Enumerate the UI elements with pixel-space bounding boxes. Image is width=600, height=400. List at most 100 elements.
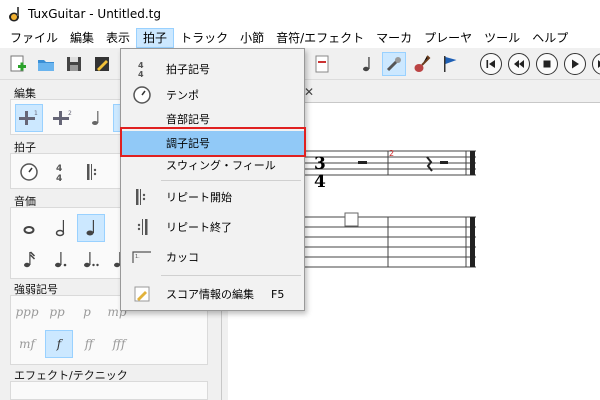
shortcut-label: F5 <box>271 287 285 301</box>
dynamic-mf-button[interactable]: mf <box>13 330 41 358</box>
toolbar-guitar-button[interactable] <box>410 52 434 76</box>
save-button[interactable] <box>62 52 86 76</box>
dynamic-ppp-button[interactable]: ppp <box>13 298 41 326</box>
highlight-annotation-box <box>120 127 306 157</box>
menu-tools[interactable]: ツール <box>478 28 526 48</box>
edit-properties-button[interactable] <box>90 52 114 76</box>
dotted-note-button[interactable] <box>47 246 75 274</box>
svg-text:1.: 1. <box>135 254 140 260</box>
edit-mode-2-icon: 2 <box>53 110 72 125</box>
flag-icon <box>444 56 457 72</box>
stop-button[interactable] <box>536 53 558 75</box>
svg-text:4: 4 <box>56 164 62 174</box>
toolbar-note-button[interactable] <box>356 52 380 76</box>
open-file-button[interactable] <box>34 52 58 76</box>
tempo-button[interactable] <box>15 158 43 186</box>
menu-item-alternate-ending[interactable]: 1. カッコ <box>121 245 304 269</box>
time-signature-icon: 44 <box>56 164 62 183</box>
tools-icon <box>386 57 401 72</box>
menu-separator <box>161 275 301 276</box>
menu-separator <box>161 180 301 181</box>
svg-text:1: 1 <box>34 110 38 117</box>
half-note-icon <box>55 220 65 237</box>
menu-item-repeat-open[interactable]: リピート開始 <box>121 185 304 209</box>
menu-player[interactable]: プレーヤ <box>418 28 478 48</box>
toolbar-settings-button[interactable] <box>382 52 406 76</box>
menu-item-tempo[interactable]: テンポ <box>121 83 304 107</box>
dynamic-pp-button[interactable]: pp <box>43 298 71 326</box>
svg-text:4: 4 <box>56 174 62 183</box>
menu-marker[interactable]: マーカ <box>370 28 418 48</box>
save-icon <box>67 57 81 71</box>
repeat-open-icon <box>87 164 97 180</box>
menubar: ファイル 編集 表示 拍子 トラック 小節 音符/エフェクト マーカ プレーヤ … <box>0 28 600 48</box>
repeat-open-button[interactable] <box>79 158 107 186</box>
dynamic-fff-button[interactable]: fff <box>105 330 133 358</box>
edit-mode-2-button[interactable]: 2 <box>49 104 77 132</box>
sixteenth-note-icon <box>24 251 36 268</box>
menu-track[interactable]: トラック <box>174 28 234 48</box>
play-icon <box>572 59 579 69</box>
double-dotted-note-icon <box>84 252 99 268</box>
menu-note-effects[interactable]: 音符/エフェクト <box>270 28 370 48</box>
document-icon <box>315 55 329 73</box>
new-file-button[interactable] <box>6 52 30 76</box>
close-tab-icon[interactable]: ✕ <box>304 85 314 99</box>
repeat-open-icon <box>131 186 153 208</box>
time-signature-bottom: 4 <box>314 172 326 192</box>
sixteenth-note-button[interactable] <box>15 246 43 274</box>
menu-view[interactable]: 表示 <box>100 28 136 48</box>
menu-item-repeat-close[interactable]: リピート終了 <box>121 215 304 239</box>
whole-note-button[interactable] <box>15 214 43 242</box>
dynamic-ff-button[interactable]: ff <box>75 330 103 358</box>
window-title: TuxGuitar - Untitled.tg <box>28 7 162 21</box>
menu-edit[interactable]: 編集 <box>64 28 100 48</box>
toolbar-flag-button[interactable] <box>438 52 462 76</box>
composition-menu-dropdown: 44 拍子記号 テンポ 音部記号 調子記号 スウィング・フィール リピート開始 … <box>120 48 305 311</box>
dotted-note-icon <box>55 252 67 268</box>
edit-mode-1-icon: 1 <box>19 110 38 125</box>
quarter-note-button[interactable] <box>77 214 105 242</box>
skip-to-start-icon <box>486 60 495 68</box>
menu-measure[interactable]: 小節 <box>234 28 270 48</box>
note-cursor-icon <box>92 111 99 125</box>
pencil-icon <box>95 57 109 71</box>
metronome-icon <box>20 163 38 181</box>
repeat-close-icon <box>131 216 153 238</box>
half-note-button[interactable] <box>47 214 75 242</box>
double-dotted-note-button[interactable] <box>77 246 105 274</box>
folder-icon <box>38 60 54 71</box>
previous-measure-button[interactable] <box>508 53 530 75</box>
quarter-note-icon <box>86 220 94 236</box>
time-signature-top: 3 <box>314 154 326 174</box>
title-bar: TuxGuitar - Untitled.tg <box>0 0 600 28</box>
new-file-icon <box>10 55 26 72</box>
first-measure-button[interactable] <box>480 53 502 75</box>
note-icon <box>363 57 370 72</box>
svg-text:2: 2 <box>68 110 72 117</box>
menu-item-time-signature[interactable]: 44 拍子記号 <box>121 57 304 81</box>
menu-item-score-info[interactable]: スコア情報の編集 F5 <box>121 282 304 306</box>
metronome-icon <box>131 84 153 106</box>
alternate-ending-icon: 1. <box>131 246 153 268</box>
pencil-icon <box>131 283 153 305</box>
whole-note-icon <box>23 226 35 234</box>
menu-help[interactable]: ヘルプ <box>526 28 574 48</box>
menu-composition[interactable]: 拍子 <box>136 28 175 48</box>
play-button[interactable] <box>564 53 586 75</box>
svg-text:4: 4 <box>138 61 144 70</box>
time-signature-button[interactable]: 44 <box>47 158 75 186</box>
dynamic-p-button[interactable]: p <box>73 298 101 326</box>
time-signature-icon: 44 <box>131 58 153 80</box>
guitar-icon <box>414 55 431 72</box>
edit-note-button[interactable] <box>85 104 113 132</box>
rewind-icon <box>514 60 524 68</box>
menu-file[interactable]: ファイル <box>4 28 64 48</box>
svg-text:4: 4 <box>138 70 144 79</box>
tuxguitar-app-icon <box>9 7 19 22</box>
effects-section <box>10 381 208 400</box>
stop-icon <box>543 60 551 68</box>
toolbar-button-a[interactable] <box>310 52 334 76</box>
dynamic-f-button[interactable]: f <box>45 330 73 358</box>
edit-mode-1-button[interactable]: 1 <box>15 104 43 132</box>
